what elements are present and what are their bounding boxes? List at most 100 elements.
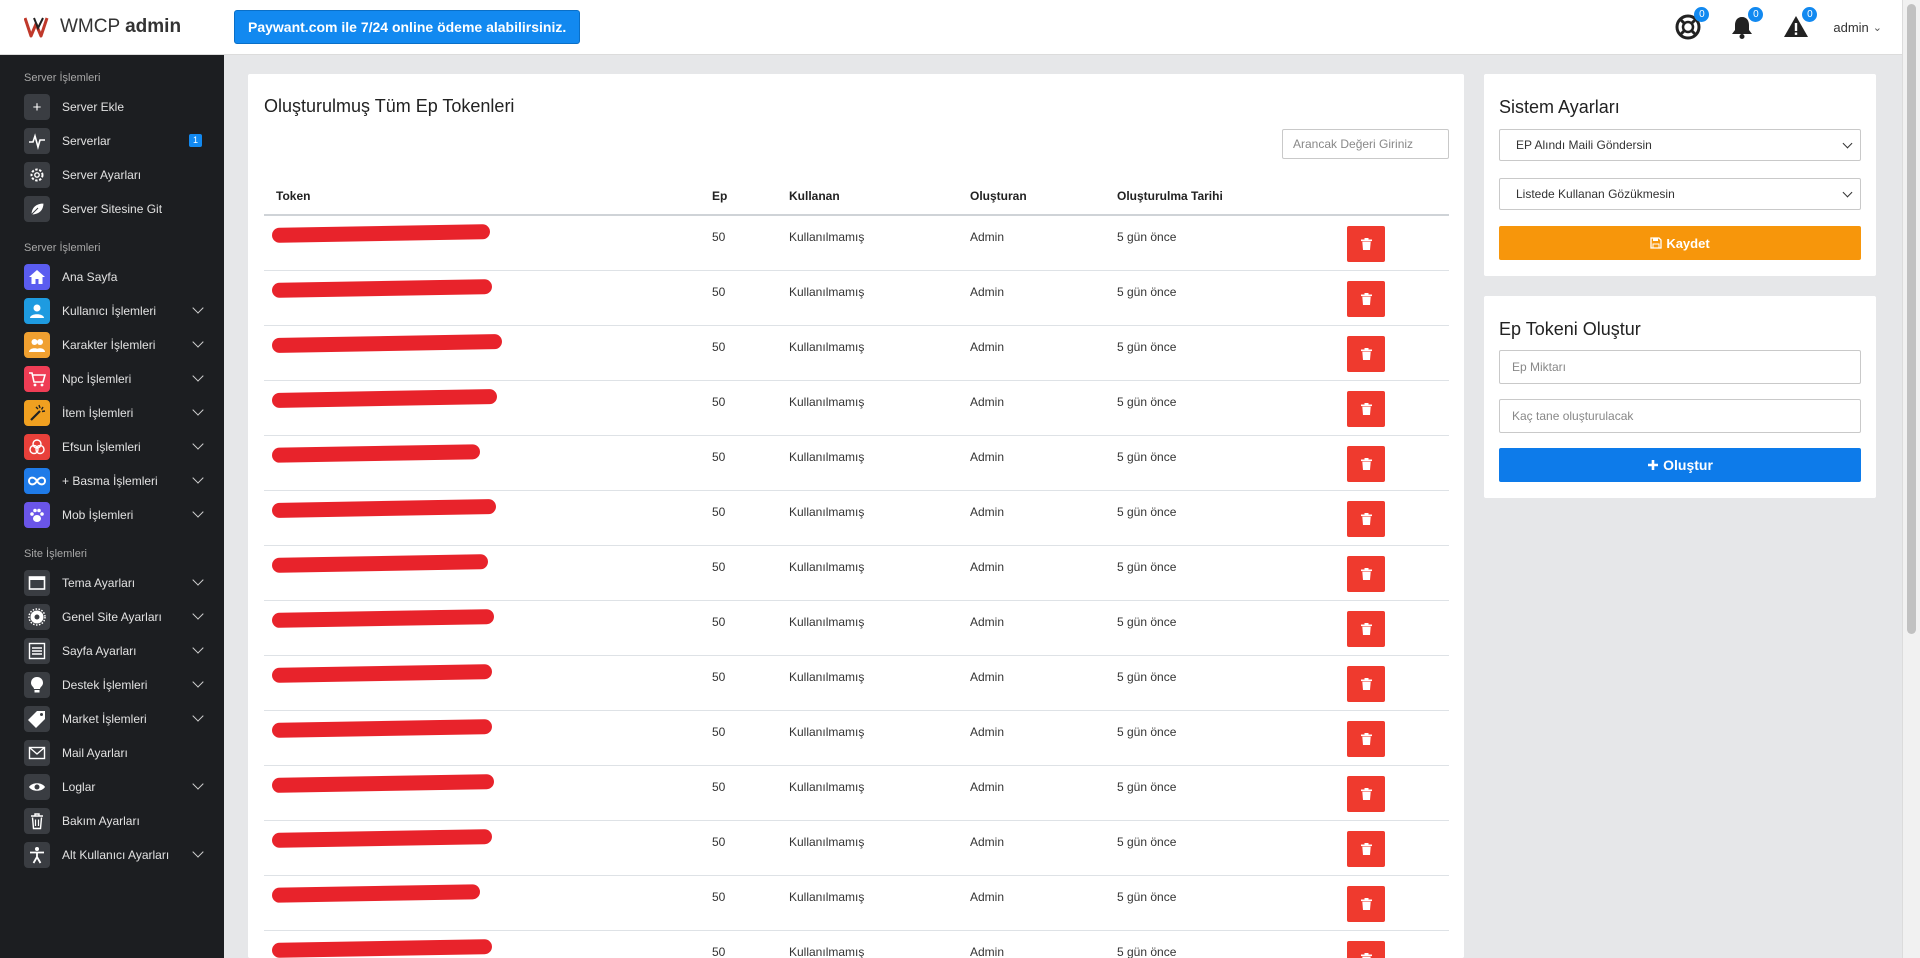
alerts-button[interactable]: 0 bbox=[1781, 7, 1818, 42]
used-by-cell: Kullanılmamış bbox=[777, 765, 958, 821]
page-scrollbar[interactable] bbox=[1902, 0, 1920, 958]
list-icon bbox=[24, 638, 50, 664]
creator-cell: Admin bbox=[958, 710, 1105, 766]
delete-button[interactable] bbox=[1347, 885, 1385, 922]
save-button[interactable]: Kaydet bbox=[1499, 226, 1861, 260]
date-cell: 5 gün önce bbox=[1105, 490, 1315, 546]
sidebar-item-destek-islemleri[interactable]: Destek İşlemleri bbox=[0, 668, 224, 702]
sidebar-item-server-ayarlari[interactable]: Server Ayarları bbox=[0, 158, 224, 192]
token-cell bbox=[264, 930, 700, 958]
sidebar-item-item-islemleri[interactable]: İtem İşlemleri bbox=[0, 396, 224, 430]
token-cell bbox=[264, 710, 700, 766]
user-menu[interactable]: admin ⌄ bbox=[1833, 20, 1882, 35]
search-input[interactable] bbox=[1282, 129, 1449, 159]
date-cell: 5 gün önce bbox=[1105, 545, 1315, 601]
creator-cell: Admin bbox=[958, 765, 1105, 821]
delete-button[interactable] bbox=[1347, 940, 1385, 958]
floppy-disk-icon bbox=[1650, 237, 1662, 249]
delete-button[interactable] bbox=[1347, 555, 1385, 592]
sidebar-item-tema-ayarlari[interactable]: Tema Ayarları bbox=[0, 566, 224, 600]
delete-button[interactable] bbox=[1347, 335, 1385, 372]
sidebar-item-kullanici-islemleri[interactable]: Kullanıcı İşlemleri bbox=[0, 294, 224, 328]
sidebar-item-mail-ayarlari[interactable]: Mail Ayarları bbox=[0, 736, 224, 770]
bulb-icon bbox=[24, 672, 50, 698]
list-visibility-select[interactable]: Listede Kullanan Gözükmesin bbox=[1499, 178, 1861, 210]
sidebar-item-server-sitesine-git[interactable]: Server Sitesine Git bbox=[0, 192, 224, 226]
sidebar-item-label: Kullanıcı İşlemleri bbox=[62, 304, 157, 318]
sidebar-item-label: Server Sitesine Git bbox=[62, 202, 163, 216]
delete-button[interactable] bbox=[1347, 775, 1385, 812]
sidebar-item-label: Ana Sayfa bbox=[62, 270, 118, 284]
table-row: 50 Kullanılmamış Admin 5 gün önce bbox=[264, 655, 1449, 711]
actions-cell bbox=[1315, 930, 1449, 958]
ep-amount-input[interactable] bbox=[1499, 350, 1861, 384]
delete-button[interactable] bbox=[1347, 830, 1385, 867]
user-icon bbox=[24, 298, 50, 324]
sidebar-item-mob-islemleri[interactable]: Mob İşlemleri bbox=[0, 498, 224, 532]
creator-cell: Admin bbox=[958, 435, 1105, 491]
trash-icon bbox=[1360, 457, 1372, 470]
used-by-cell: Kullanılmamış bbox=[777, 710, 958, 766]
sidebar-item-efsun-islemleri[interactable]: Efsun İşlemleri bbox=[0, 430, 224, 464]
delete-button[interactable] bbox=[1347, 280, 1385, 317]
sidebar-item-basma-islemleri[interactable]: + Basma İşlemleri bbox=[0, 464, 224, 498]
creator-cell: Admin bbox=[958, 325, 1105, 381]
notifications-button[interactable]: 0 bbox=[1727, 7, 1764, 42]
creator-cell: Admin bbox=[958, 380, 1105, 436]
sidebar-item-serverlar[interactable]: Serverlar 1 bbox=[0, 124, 224, 158]
table-row: 50 Kullanılmamış Admin 5 gün önce bbox=[264, 600, 1449, 656]
token-cell bbox=[264, 490, 700, 546]
chevron-down-icon bbox=[192, 438, 204, 450]
sidebar-item-label: Genel Site Ayarları bbox=[62, 610, 162, 624]
used-by-cell: Kullanılmamış bbox=[777, 270, 958, 326]
sidebar-item-karakter-islemleri[interactable]: Karakter İşlemleri bbox=[0, 328, 224, 362]
delete-button[interactable] bbox=[1347, 500, 1385, 537]
trash-icon bbox=[1360, 512, 1372, 525]
ep-mail-select[interactable]: EP Alındı Maili Göndersin bbox=[1499, 129, 1861, 161]
scrollbar-thumb[interactable] bbox=[1907, 4, 1916, 634]
col-header-creator: Oluşturan bbox=[958, 178, 1105, 216]
date-cell: 5 gün önce bbox=[1105, 930, 1315, 958]
sidebar-item-npc-islemleri[interactable]: Npc İşlemleri bbox=[0, 362, 224, 396]
delete-button[interactable] bbox=[1347, 445, 1385, 482]
actions-cell bbox=[1315, 655, 1449, 711]
token-cell bbox=[264, 820, 700, 876]
promo-banner[interactable]: Paywant.com ile 7/24 online ödeme alabil… bbox=[234, 10, 581, 44]
token-count-input[interactable] bbox=[1499, 399, 1861, 433]
delete-button[interactable] bbox=[1347, 226, 1385, 262]
sidebar-item-loglar[interactable]: Loglar bbox=[0, 770, 224, 804]
delete-button[interactable] bbox=[1347, 610, 1385, 647]
chevron-down-icon bbox=[192, 676, 204, 688]
table-row: 50 Kullanılmamış Admin 5 gün önce bbox=[264, 765, 1449, 821]
chevron-down-icon bbox=[192, 846, 204, 858]
sidebar-item-genel-site-ayarlari[interactable]: Genel Site Ayarları bbox=[0, 600, 224, 634]
date-cell: 5 gün önce bbox=[1105, 325, 1315, 381]
used-by-cell: Kullanılmamış bbox=[777, 380, 958, 436]
delete-button[interactable] bbox=[1347, 390, 1385, 427]
sidebar-item-server-ekle[interactable]: + Server Ekle bbox=[0, 90, 224, 124]
delete-button[interactable] bbox=[1347, 720, 1385, 757]
alert-count-badge: 0 bbox=[1802, 7, 1818, 22]
sidebar-item-bakim-ayarlari[interactable]: Bakım Ayarları bbox=[0, 804, 224, 838]
top-navbar: WMCP admin Paywant.com ile 7/24 online ö… bbox=[0, 0, 1902, 55]
token-cell bbox=[264, 545, 700, 601]
delete-button[interactable] bbox=[1347, 665, 1385, 702]
actions-cell bbox=[1315, 545, 1449, 601]
create-button[interactable]: Oluştur bbox=[1499, 448, 1861, 482]
sidebar-item-ana-sayfa[interactable]: Ana Sayfa bbox=[0, 260, 224, 294]
token-cell bbox=[264, 325, 700, 381]
col-header-actions bbox=[1315, 178, 1449, 216]
sidebar-item-market-islemleri[interactable]: Market İşlemleri bbox=[0, 702, 224, 736]
wand-icon bbox=[24, 400, 50, 426]
trash-icon bbox=[1360, 238, 1372, 250]
sidebar-item-label: Destek İşlemleri bbox=[62, 678, 148, 692]
sidebar-item-sayfa-ayarlari[interactable]: Sayfa Ayarları bbox=[0, 634, 224, 668]
create-title: Ep Tokeni Oluştur bbox=[1499, 319, 1641, 339]
support-button[interactable]: 0 bbox=[1673, 7, 1710, 42]
sidebar-item-alt-kullanici-ayarlari[interactable]: Alt Kullanıcı Ayarları bbox=[0, 838, 224, 872]
actions-cell bbox=[1315, 270, 1449, 326]
tag-icon bbox=[24, 706, 50, 732]
brand[interactable]: WMCP admin bbox=[0, 0, 224, 55]
creator-cell: Admin bbox=[958, 215, 1105, 271]
ep-cell: 50 bbox=[700, 325, 777, 381]
